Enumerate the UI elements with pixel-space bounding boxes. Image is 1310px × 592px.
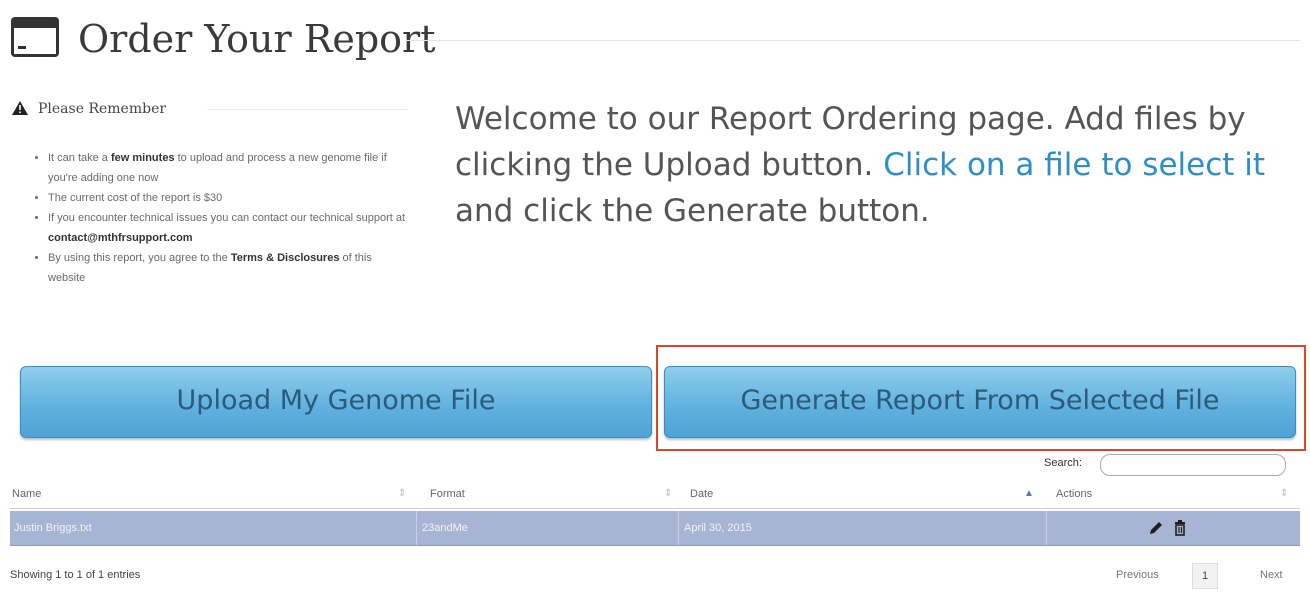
reminder-heading: Please Remember	[38, 101, 167, 117]
next-page-button[interactable]: Next	[1260, 569, 1283, 581]
cell-date: April 30, 2015	[684, 522, 752, 534]
page-header: Order Your Report	[10, 8, 1300, 64]
credit-card-icon	[11, 17, 59, 57]
terms-link[interactable]: Terms & Disclosures	[231, 252, 340, 264]
column-header-name[interactable]: Name	[12, 480, 41, 508]
column-header-format[interactable]: Format	[430, 480, 465, 508]
page-title: Order Your Report	[78, 17, 436, 61]
column-header-actions[interactable]: Actions	[1056, 480, 1092, 508]
table-header-row: Name ⇕ Format ⇕ Date ▲ Actions ⇕	[10, 480, 1300, 509]
search-input[interactable]	[1100, 454, 1286, 476]
reminder-item: If you encounter technical issues you ca…	[48, 208, 407, 248]
welcome-text: Welcome to our Report Ordering page. Add…	[455, 101, 1266, 229]
page-1-button[interactable]: 1	[1192, 563, 1218, 589]
reminder-item: By using this report, you agree to the T…	[48, 248, 407, 288]
sort-icon[interactable]: ⇕	[664, 480, 672, 508]
table-footer: Showing 1 to 1 of 1 entries Previous 1 N…	[10, 563, 1300, 589]
cell-name: Justin Briggs.txt	[14, 522, 92, 534]
support-email: contact@mthfrsupport.com	[48, 232, 193, 244]
reminder-item: It can take a few minutes to upload and …	[48, 148, 407, 188]
reminder-divider	[207, 109, 407, 110]
reminder-panel: Please Remember It can take a few minute…	[12, 98, 407, 288]
generate-report-button[interactable]: Generate Report From Selected File	[664, 366, 1296, 438]
previous-page-button[interactable]: Previous	[1116, 569, 1159, 581]
sort-icon[interactable]: ⇕	[1280, 480, 1288, 508]
reminder-item: The current cost of the report is $30	[48, 188, 407, 208]
files-table: Name ⇕ Format ⇕ Date ▲ Actions ⇕ Justin …	[10, 480, 1300, 546]
header-divider	[405, 40, 1300, 41]
column-header-date[interactable]: Date	[690, 480, 713, 508]
cell-format: 23andMe	[422, 522, 468, 534]
select-file-hint: Click on a file to select it	[883, 147, 1266, 183]
entries-info: Showing 1 to 1 of 1 entries	[10, 569, 141, 581]
reminder-emphasis: few minutes	[110, 152, 175, 164]
table-row[interactable]: Justin Briggs.txt 23andMe April 30, 2015	[10, 511, 1300, 546]
pencil-icon[interactable]	[1148, 520, 1164, 536]
reminder-header: Please Remember	[12, 98, 407, 120]
search-label: Search:	[1044, 457, 1082, 469]
sort-icon[interactable]: ⇕	[398, 480, 406, 508]
trash-icon[interactable]	[1172, 520, 1188, 536]
reminder-list: It can take a few minutes to upload and …	[12, 148, 407, 288]
upload-genome-button[interactable]: Upload My Genome File	[20, 366, 652, 438]
warning-icon	[12, 101, 28, 115]
sort-asc-icon[interactable]: ▲	[1024, 480, 1034, 508]
